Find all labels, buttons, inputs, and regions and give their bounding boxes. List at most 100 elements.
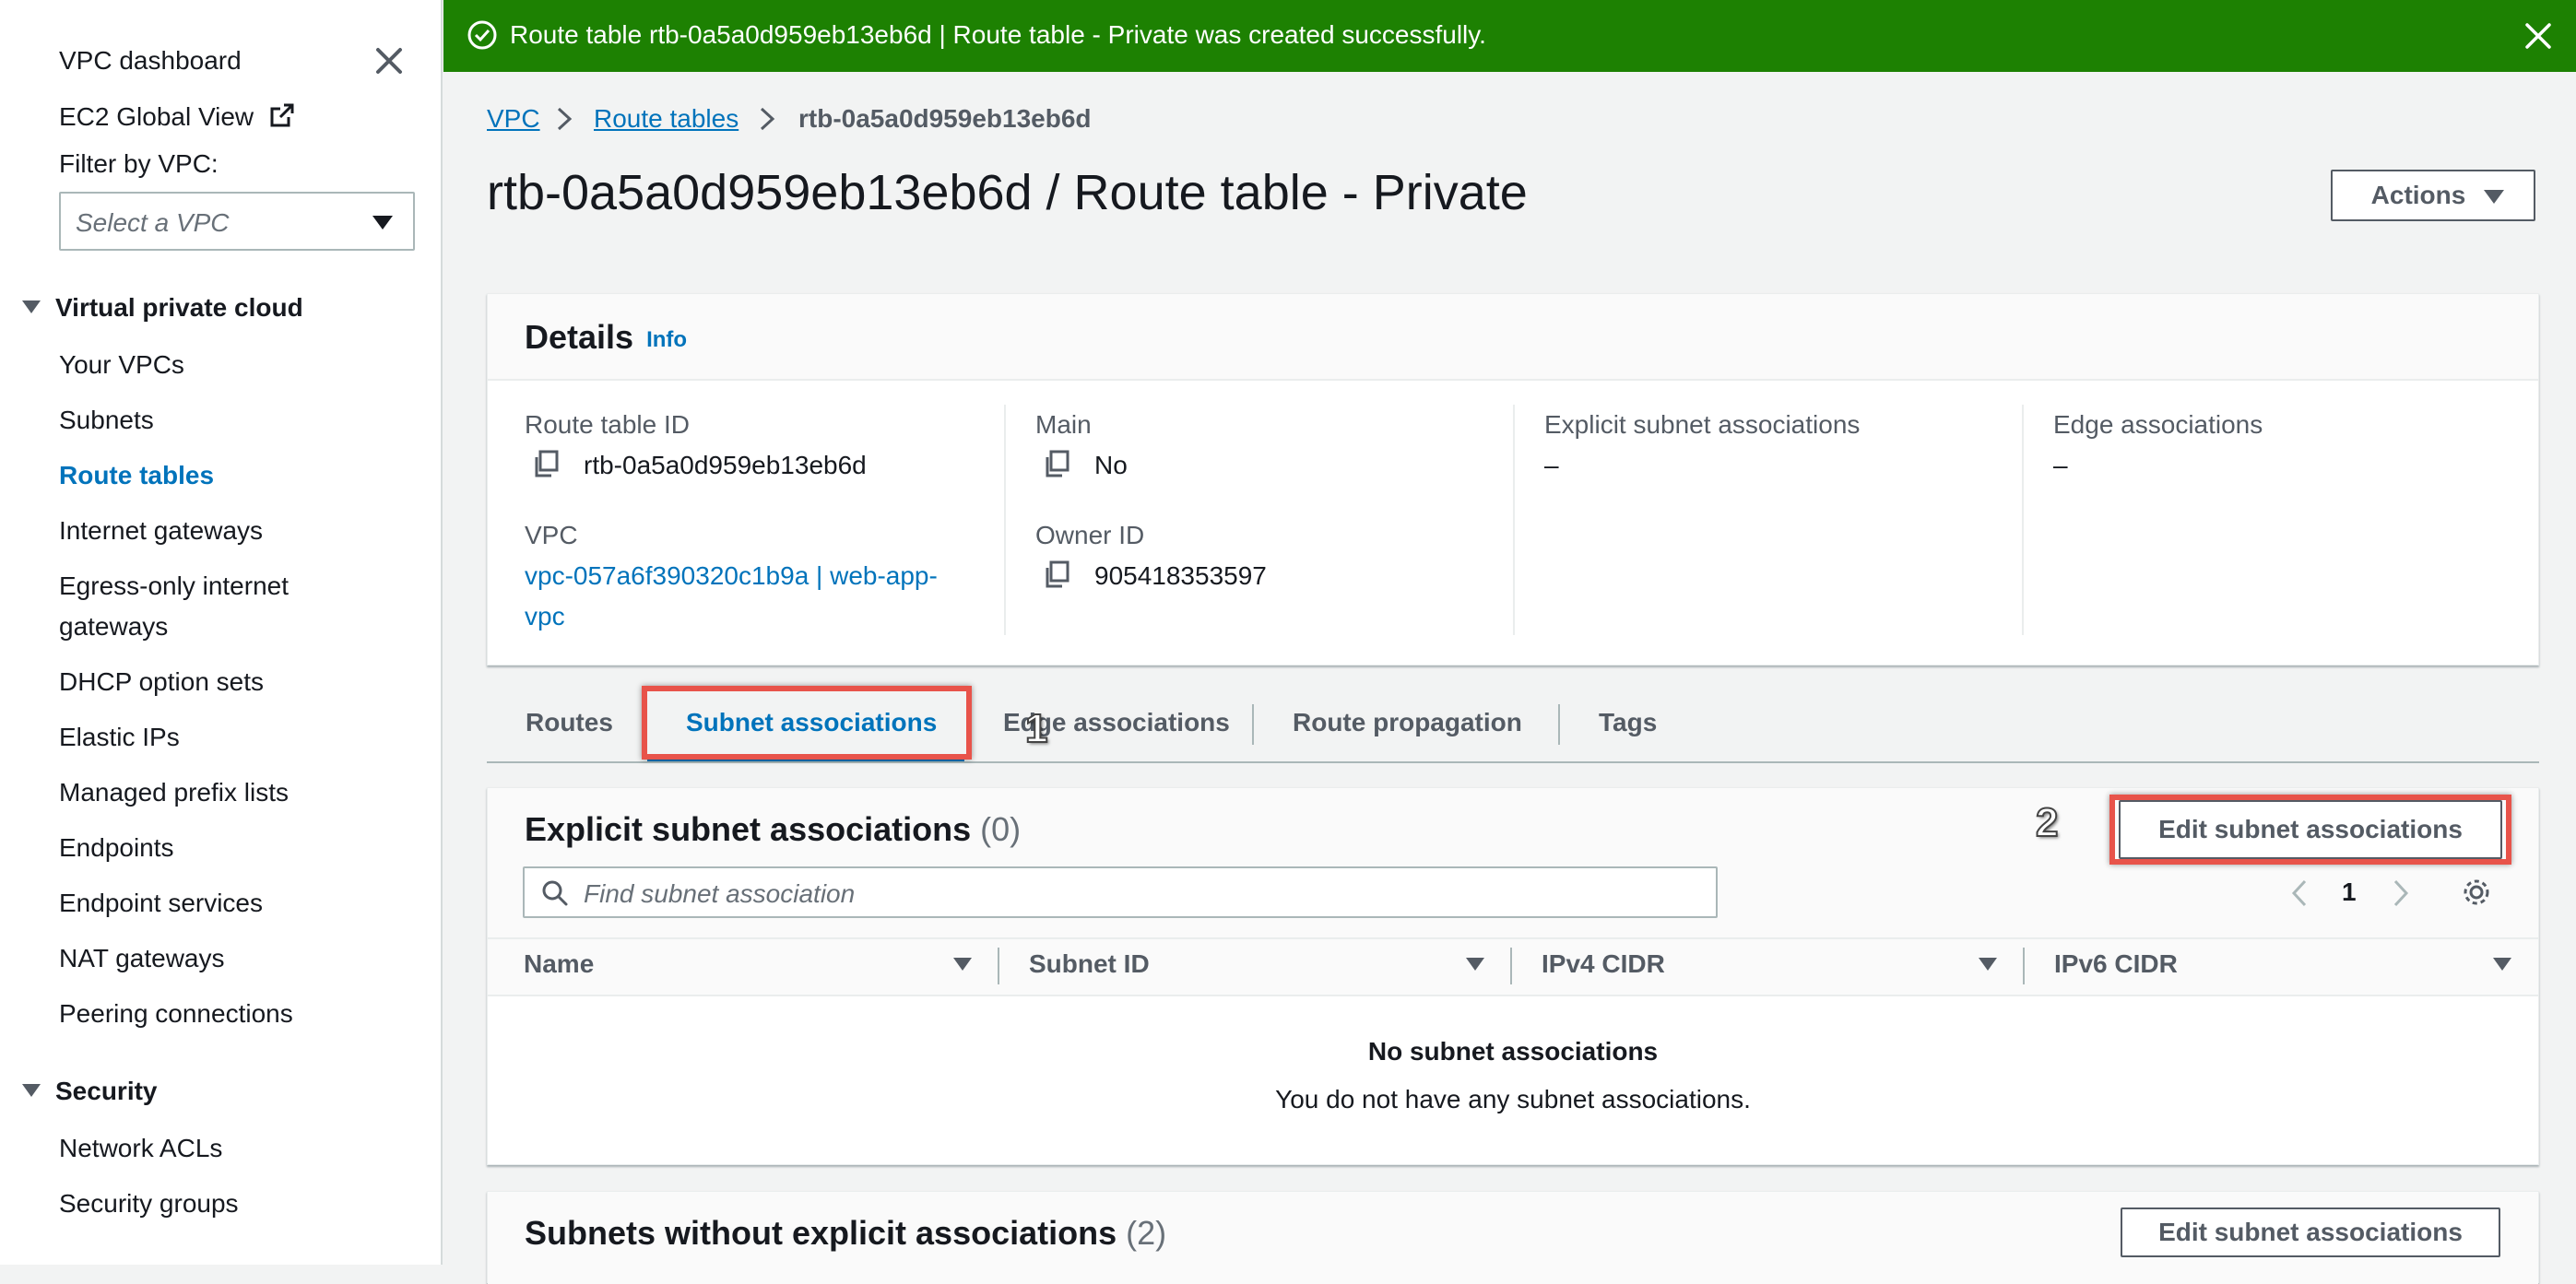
column-divider <box>2022 405 2024 635</box>
breadcrumb-route-tables[interactable]: Route tables <box>594 104 739 134</box>
chevron-left-icon[interactable] <box>2288 878 2312 909</box>
explicit-panel-title-text: Explicit subnet associations <box>525 810 972 848</box>
sidebar-section-security[interactable]: Security <box>22 1077 158 1106</box>
close-icon[interactable] <box>371 42 408 79</box>
vpc-link[interactable]: vpc-057a6f390320c1b9a | web-app- <box>525 561 938 591</box>
chevron-right-icon[interactable] <box>2388 878 2412 909</box>
details-title: Details Info <box>525 318 687 357</box>
caret-down-icon <box>22 300 41 313</box>
flashbar-message: Route table rtb-0a5a0d959eb13eb6d | Rout… <box>510 20 1486 49</box>
breadcrumb-current: rtb-0a5a0d959eb13eb6d <box>798 104 1092 133</box>
sidebar-item-elastic-ips[interactable]: Elastic IPs <box>59 723 180 752</box>
check-circle-icon <box>467 20 497 50</box>
chevron-right-icon <box>760 107 775 131</box>
sidebar-item-internet-gateways[interactable]: Internet gateways <box>59 516 263 546</box>
sidebar-item-subnets[interactable]: Subnets <box>59 406 154 435</box>
caret-down-icon <box>372 216 393 230</box>
sidebar-item-dhcp-option-sets[interactable]: DHCP option sets <box>59 667 264 697</box>
vpc-filter-select[interactable]: Select a VPC <box>59 192 415 251</box>
tab-routes[interactable]: Routes <box>526 708 613 737</box>
dismiss-icon[interactable] <box>2521 18 2556 53</box>
edit-subnet-associations-button-2[interactable]: Edit subnet associations <box>2121 1207 2500 1257</box>
column-divider <box>1513 405 1515 635</box>
copy-icon[interactable] <box>1043 449 1070 478</box>
sidebar-item-managed-prefix-lists[interactable]: Managed prefix lists <box>59 778 289 807</box>
sidebar-item-endpoints[interactable]: Endpoints <box>59 833 174 863</box>
route-table-id-label: Route table ID <box>525 410 690 439</box>
details-header: Details Info <box>488 294 2538 381</box>
sidebar-item-ec2-global-view[interactable]: EC2 Global View <box>59 101 296 132</box>
sidebar-item-peering-connections[interactable]: Peering connections <box>59 999 293 1029</box>
sidebar-section-title: Virtual private cloud <box>55 293 303 322</box>
without-panel-title: Subnets without explicit associations (2… <box>525 1214 1166 1253</box>
actions-button[interactable]: Actions <box>2331 170 2535 221</box>
vpc-link-line2[interactable]: vpc <box>525 602 565 631</box>
sidebar-item-your-vpcs[interactable]: Your VPCs <box>59 350 184 380</box>
vpc-filter-placeholder: Select a VPC <box>76 208 230 237</box>
column-resizer[interactable] <box>2023 948 2025 984</box>
sidebar-item-egress-only-internet-gateways-line2[interactable]: gateways <box>59 612 168 642</box>
vpc-label: VPC <box>525 521 578 549</box>
without-panel-title-text: Subnets without explicit associations <box>525 1214 1117 1252</box>
column-resizer[interactable] <box>998 948 999 984</box>
search-icon <box>542 880 568 906</box>
edge-associations-value: – <box>2053 451 2068 479</box>
tab-divider <box>1252 704 1254 745</box>
owner-id-value: 905418353597 <box>1094 561 1267 590</box>
caret-down-icon <box>2484 190 2504 204</box>
copy-icon[interactable] <box>532 449 560 478</box>
details-panel: Details Info Route table ID rtb-0a5a0d959… <box>487 293 2539 666</box>
step-2-marker: 2 <box>2035 799 2060 846</box>
explicit-panel-title: Explicit subnet associations (0) <box>525 810 1021 849</box>
column-header-subnet-id[interactable]: Subnet ID <box>1029 949 1150 979</box>
explicit-count: (0) <box>980 810 1022 848</box>
route-table-id-value: rtb-0a5a0d959eb13eb6d <box>584 451 867 479</box>
sidebar-item-security-groups[interactable]: Security groups <box>59 1189 239 1219</box>
column-header-ipv4-cidr[interactable]: IPv4 CIDR <box>1542 949 1665 979</box>
gear-icon[interactable] <box>2460 876 2493 909</box>
column-divider <box>1004 405 1006 635</box>
actions-label: Actions <box>2370 181 2466 209</box>
sort-icon[interactable] <box>953 958 972 971</box>
main-value: No <box>1094 451 1128 479</box>
tabs-baseline <box>487 761 2539 763</box>
tab-route-propagation[interactable]: Route propagation <box>1293 708 1522 737</box>
step-1-marker: 1 <box>1024 705 1049 752</box>
empty-state-text: You do not have any subnet associations. <box>1275 1085 1751 1113</box>
chevron-right-icon <box>557 107 573 131</box>
sidebar-section-title: Security <box>55 1077 158 1105</box>
explicit-subnet-associations-label: Explicit subnet associations <box>1544 410 1861 439</box>
sidebar-item-network-acls[interactable]: Network ACLs <box>59 1134 222 1163</box>
sidebar-item-route-tables[interactable]: Route tables <box>59 461 214 490</box>
without-count: (2) <box>1126 1214 1167 1252</box>
sort-icon[interactable] <box>2493 958 2511 971</box>
table-header-row <box>488 939 2538 995</box>
column-header-ipv6-cidr[interactable]: IPv6 CIDR <box>2054 949 2178 979</box>
info-link[interactable]: Info <box>646 327 687 352</box>
sort-icon[interactable] <box>1466 958 1484 971</box>
tab-tags[interactable]: Tags <box>1599 708 1657 737</box>
breadcrumb-vpc[interactable]: VPC <box>487 104 540 134</box>
pagination-current-page[interactable]: 1 <box>2342 878 2357 907</box>
details-title-text: Details <box>525 318 634 356</box>
sidebar-item-vpc-dashboard[interactable]: VPC dashboard <box>59 46 242 76</box>
tab-divider <box>1558 704 1560 745</box>
empty-state-title: No subnet associations <box>1367 1037 1659 1066</box>
sidebar-item-endpoint-services[interactable]: Endpoint services <box>59 889 263 918</box>
search-placeholder: Find subnet association <box>584 879 856 908</box>
sidebar-item-egress-only-internet-gateways[interactable]: Egress-only internet <box>59 571 289 601</box>
highlight-subnet-associations-tab <box>642 686 972 760</box>
header-divider <box>488 995 2538 996</box>
owner-id-label: Owner ID <box>1035 521 1145 549</box>
main-label: Main <box>1035 410 1092 439</box>
explicit-subnet-associations-value: – <box>1544 451 1559 479</box>
find-subnet-association-input[interactable]: Find subnet association <box>523 866 1718 918</box>
sidebar-section-virtual-private-cloud[interactable]: Virtual private cloud <box>22 293 303 323</box>
page-title: rtb-0a5a0d959eb13eb6d / Route table - Pr… <box>487 165 1528 220</box>
sidebar-item-nat-gateways[interactable]: NAT gateways <box>59 944 224 973</box>
copy-icon[interactable] <box>1043 560 1070 589</box>
column-header-name[interactable]: Name <box>524 949 594 979</box>
filter-by-vpc-label: Filter by VPC: <box>59 149 219 178</box>
sort-icon[interactable] <box>1979 958 1997 971</box>
column-resizer[interactable] <box>1510 948 1512 984</box>
